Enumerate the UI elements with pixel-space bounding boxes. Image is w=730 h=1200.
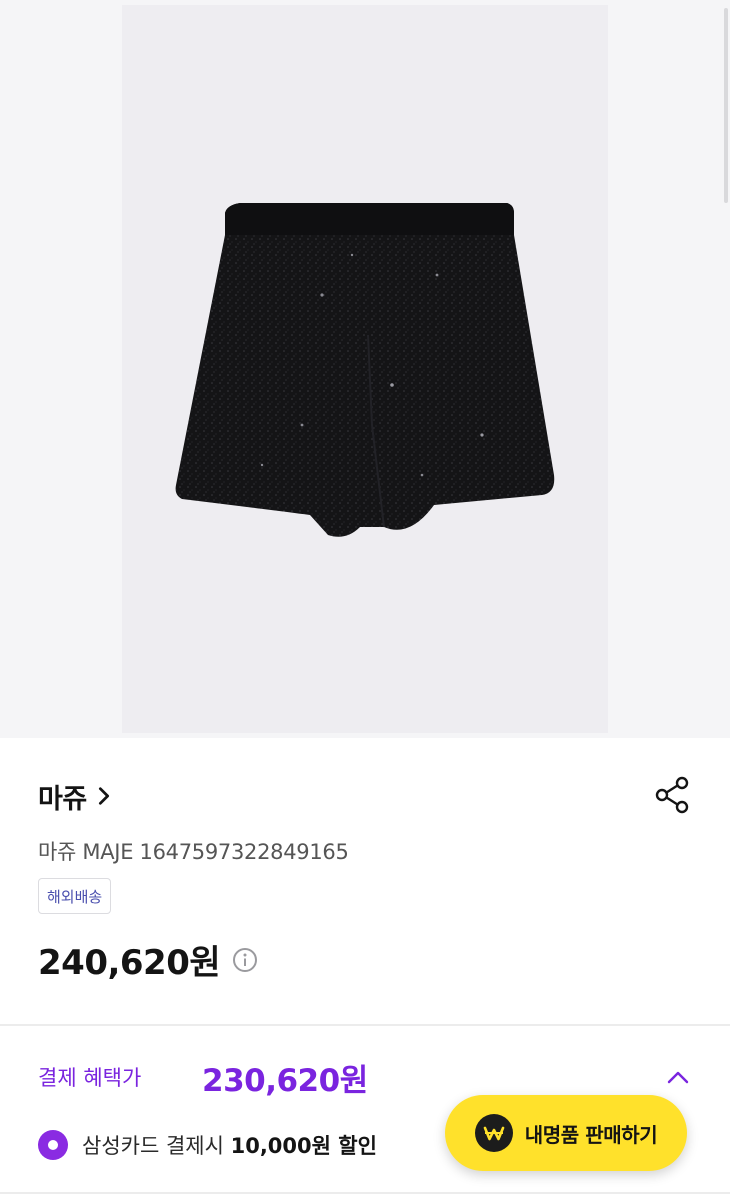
product-image-area[interactable] — [0, 0, 730, 738]
product-name: 마쥬 MAJE 1647597322849165 — [38, 840, 349, 864]
chevron-up-icon[interactable] — [664, 1064, 692, 1092]
card-discount-text: 삼성카드 결제시 10,000원 할인 — [82, 1130, 377, 1160]
sell-my-luxury-button[interactable]: 내명품 판매하기 — [445, 1095, 687, 1171]
info-icon[interactable] — [232, 947, 258, 973]
product-price: 240,620원 — [38, 943, 221, 983]
product-photo — [122, 5, 608, 733]
brand-name: 마쥬 — [38, 783, 87, 815]
card-discount-row[interactable]: 삼성카드 결제시 10,000원 할인 — [38, 1130, 377, 1160]
sell-button-label: 내명품 판매하기 — [524, 1122, 658, 1147]
price-row: 240,620원 — [38, 935, 258, 984]
overseas-shipping-badge: 해외배송 — [38, 878, 112, 914]
card-discount-prefix: 삼성카드 결제시 — [82, 1134, 231, 1158]
section-divider — [0, 1024, 730, 1026]
benefit-price: 230,620원 — [202, 1063, 368, 1099]
shorts-image — [175, 203, 555, 537]
card-radio[interactable] — [38, 1130, 68, 1160]
share-icon[interactable] — [652, 775, 692, 815]
won-icon — [474, 1114, 513, 1152]
card-discount-amount: 10,000원 할인 — [230, 1134, 377, 1158]
benefit-price-label: 결제 혜택가 — [38, 1066, 142, 1090]
chevron-right-icon — [98, 787, 109, 805]
bottom-divider — [0, 1192, 730, 1194]
brand-link[interactable]: 마쥬 — [38, 778, 115, 815]
scrollbar[interactable] — [724, 8, 728, 203]
